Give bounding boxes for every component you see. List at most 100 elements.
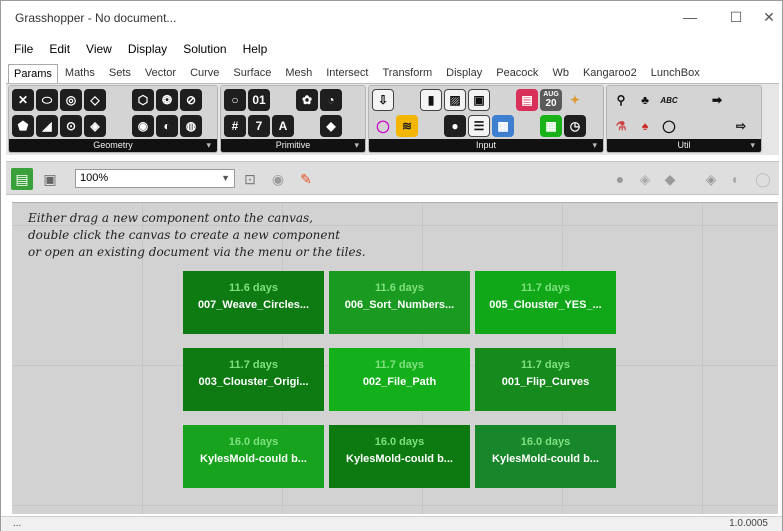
circle-param-icon[interactable]: ◎: [60, 89, 82, 111]
no-preview-icon[interactable]: ◯: [752, 168, 774, 190]
line-param-icon[interactable]: ⊘: [180, 89, 202, 111]
component-ribbon: ✕ ⬭ ◎ ◇ ⬡ ❂ ⊘ ⬟ ◢ ⊙ ◈ ◉ ◐ ◍ Geometry ▾ ○…: [6, 83, 779, 155]
menu-view[interactable]: View: [86, 39, 120, 59]
surface-param-icon[interactable]: ◉: [132, 115, 154, 137]
plane-param-icon[interactable]: ◢: [36, 115, 58, 137]
tab-params[interactable]: Params: [8, 64, 58, 83]
tile-age: 11.7 days: [521, 282, 570, 294]
tab-sets[interactable]: Sets: [102, 64, 138, 83]
data-param-icon[interactable]: #: [224, 115, 246, 137]
menu-edit[interactable]: Edit: [49, 39, 78, 59]
version-label: 1.0.0005: [729, 518, 768, 529]
shader-param-icon[interactable]: ◆: [320, 115, 342, 137]
tree-icon[interactable]: ♣: [634, 89, 656, 111]
zoom-extents-icon[interactable]: ⊡: [239, 168, 261, 190]
text-param-icon[interactable]: A: [272, 115, 294, 137]
recent-file-tile[interactable]: 11.7 days 001_Flip_Curves: [475, 348, 616, 411]
util-caption[interactable]: Util ▾: [607, 139, 761, 152]
colour-param-icon[interactable]: ✿: [296, 89, 318, 111]
recent-file-tile[interactable]: 11.7 days 002_File_Path: [329, 348, 470, 411]
menu-display[interactable]: Display: [128, 39, 175, 59]
box-param-icon[interactable]: ✕: [12, 89, 34, 111]
close-button[interactable]: ✕: [746, 1, 783, 33]
document-preview-icon[interactable]: ◈: [700, 168, 722, 190]
data-input-arrow-icon[interactable]: ⇨: [730, 115, 752, 137]
tile-age: 16.0 days: [374, 436, 425, 448]
document-canvas[interactable]: Either drag a new component onto the can…: [12, 202, 778, 514]
shaded-preview-icon[interactable]: ◐: [725, 168, 747, 190]
number-param-icon[interactable]: 7: [248, 115, 270, 137]
tab-surface[interactable]: Surface: [226, 64, 278, 83]
number-slider-icon[interactable]: ●: [444, 115, 466, 137]
brep-param-icon[interactable]: ⬭: [36, 89, 58, 111]
image-sampler-icon[interactable]: ▩: [492, 115, 514, 137]
color-swatch-icon[interactable]: ▨: [444, 89, 466, 111]
tab-transform[interactable]: Transform: [375, 64, 439, 83]
tab-intersect[interactable]: Intersect: [319, 64, 375, 83]
preview-eye-icon[interactable]: ◉: [267, 168, 289, 190]
minimize-button[interactable]: —: [667, 1, 713, 33]
tile-name: 003_Clouster_Origi...: [198, 376, 309, 388]
tab-maths[interactable]: Maths: [58, 64, 102, 83]
data-output-arrow-icon[interactable]: ➡: [706, 89, 728, 111]
recent-file-tile[interactable]: 11.6 days 006_Sort_Numbers...: [329, 271, 470, 334]
primitive-caption[interactable]: Primitive ▾: [221, 139, 365, 152]
tab-curve[interactable]: Curve: [183, 64, 226, 83]
ring-icon[interactable]: ◯: [658, 115, 680, 137]
tab-kangaroo2[interactable]: Kangaroo2: [576, 64, 644, 83]
zoom-dropdown[interactable]: 100% ▼: [75, 169, 235, 188]
md-slider-icon[interactable]: ▦: [540, 115, 562, 137]
recent-file-tile[interactable]: 11.7 days 003_Clouster_Origi...: [183, 348, 324, 411]
util-panel: ⚲ ♣ ABC ➡ ⚗ ♠ ◯ ⇨ ⚱ Util▾: [606, 85, 762, 153]
preview-selected-icon[interactable]: ◆: [659, 168, 681, 190]
sketch-pen-icon[interactable]: ✎: [295, 168, 317, 190]
boolean-toggle-icon[interactable]: ▮: [420, 89, 442, 111]
rectangle-param-icon[interactable]: ◈: [84, 115, 106, 137]
recent-file-tile[interactable]: 11.6 days 007_Weave_Circles...: [183, 271, 324, 334]
tab-display[interactable]: Display: [439, 64, 489, 83]
preview-shaded-icon[interactable]: ◈: [634, 168, 656, 190]
tab-peacock[interactable]: Peacock: [489, 64, 545, 83]
gradient-icon[interactable]: ▤: [516, 89, 538, 111]
menu-help[interactable]: Help: [243, 39, 276, 59]
recent-file-tile[interactable]: 11.7 days 005_Clouster_YES_...: [475, 271, 616, 334]
mesh-param-icon[interactable]: ⬟: [12, 115, 34, 137]
tab-mesh[interactable]: Mesh: [278, 64, 319, 83]
galapagos-icon[interactable]: ⚗: [610, 115, 632, 137]
save-file-icon[interactable]: ▣: [39, 168, 61, 190]
input-caption[interactable]: Input ▾: [369, 139, 603, 152]
group-param-icon[interactable]: ❂: [156, 89, 178, 111]
open-file-icon[interactable]: ▤: [11, 168, 33, 190]
boolean-param-icon[interactable]: ○: [224, 89, 246, 111]
fruit-icon[interactable]: ♠: [634, 115, 656, 137]
preview-wire-icon[interactable]: ●: [609, 168, 631, 190]
panel-icon[interactable]: ▣: [468, 89, 490, 111]
button-icon[interactable]: ⇩: [372, 89, 394, 111]
colour-wheel-icon[interactable]: ✦: [564, 89, 586, 111]
geometry-caption[interactable]: Geometry ▾: [9, 139, 217, 152]
complex-param-icon[interactable]: ◔: [320, 89, 342, 111]
window-title: Grasshopper - No document...: [15, 11, 177, 25]
field-param-icon[interactable]: ◍: [180, 115, 202, 137]
tab-vector[interactable]: Vector: [138, 64, 183, 83]
clock-icon[interactable]: ◷: [564, 115, 586, 137]
twisted-box-param-icon[interactable]: ◐: [156, 115, 178, 137]
abc-icon[interactable]: ABC: [658, 89, 680, 111]
colour-picker-icon[interactable]: ◯: [372, 115, 394, 137]
tab-wb[interactable]: Wb: [545, 64, 576, 83]
recent-file-tile[interactable]: 16.0 days KylesMold-could b...: [329, 425, 470, 488]
graph-mapper-icon[interactable]: ≋: [396, 115, 418, 137]
recent-file-tile[interactable]: 16.0 days KylesMold-could b...: [475, 425, 616, 488]
geometry-param-icon[interactable]: ⬡: [132, 89, 154, 111]
cluster-icon[interactable]: ⚲: [610, 89, 632, 111]
calendar-icon[interactable]: AUG 20: [540, 89, 562, 111]
hint-line: or open an existing document via the men…: [28, 245, 366, 259]
menu-solution[interactable]: Solution: [183, 39, 234, 59]
recent-file-tile[interactable]: 16.0 days KylesMold-could b...: [183, 425, 324, 488]
menu-file[interactable]: File: [14, 39, 41, 59]
value-list-icon[interactable]: ☰: [468, 115, 490, 137]
integer-param-icon[interactable]: 01: [248, 89, 270, 111]
point-param-icon[interactable]: ⊙: [60, 115, 82, 137]
curve-param-icon[interactable]: ◇: [84, 89, 106, 111]
tab-lunchbox[interactable]: LunchBox: [644, 64, 707, 83]
